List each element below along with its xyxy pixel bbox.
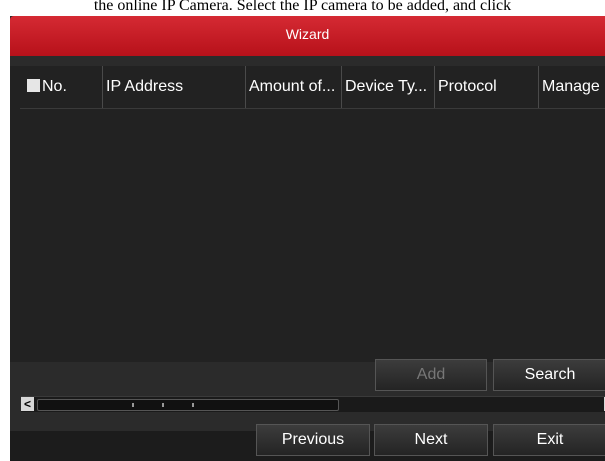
ip-camera-table: No. IP Address Amount of... Device Ty...… (10, 66, 605, 412)
add-button[interactable]: Add (375, 359, 487, 391)
document-text: the online IP Camera. Select the IP came… (93, 0, 512, 14)
previous-button[interactable]: Previous (256, 424, 370, 456)
next-button[interactable]: Next (374, 424, 488, 456)
grip-icon (132, 403, 134, 407)
grip-icon (162, 403, 164, 407)
column-header-protocol[interactable]: Protocol (434, 66, 536, 108)
scroll-left-icon[interactable]: < (21, 397, 34, 411)
column-header-amount[interactable]: Amount of... (245, 66, 342, 108)
wizard-dialog: Wizard No. IP Address Amount of... Devic… (10, 16, 605, 461)
grip-icon (192, 403, 194, 407)
column-header-ip-address[interactable]: IP Address (102, 66, 244, 108)
column-header-device-type[interactable]: Device Ty... (341, 66, 432, 108)
search-button[interactable]: Search (493, 359, 605, 391)
column-label: No. (42, 78, 67, 95)
column-header-manage-port[interactable]: Manage P (538, 66, 605, 108)
select-all-checkbox[interactable] (27, 79, 40, 92)
title-bar: Wizard (10, 16, 605, 56)
horizontal-scrollbar[interactable]: < > (21, 396, 605, 412)
exit-button[interactable]: Exit (493, 424, 605, 456)
table-header: No. IP Address Amount of... Device Ty...… (20, 66, 605, 109)
scrollbar-thumb[interactable] (37, 399, 339, 411)
column-header-no[interactable]: No. (27, 66, 102, 108)
dialog-title: Wizard (285, 26, 330, 42)
